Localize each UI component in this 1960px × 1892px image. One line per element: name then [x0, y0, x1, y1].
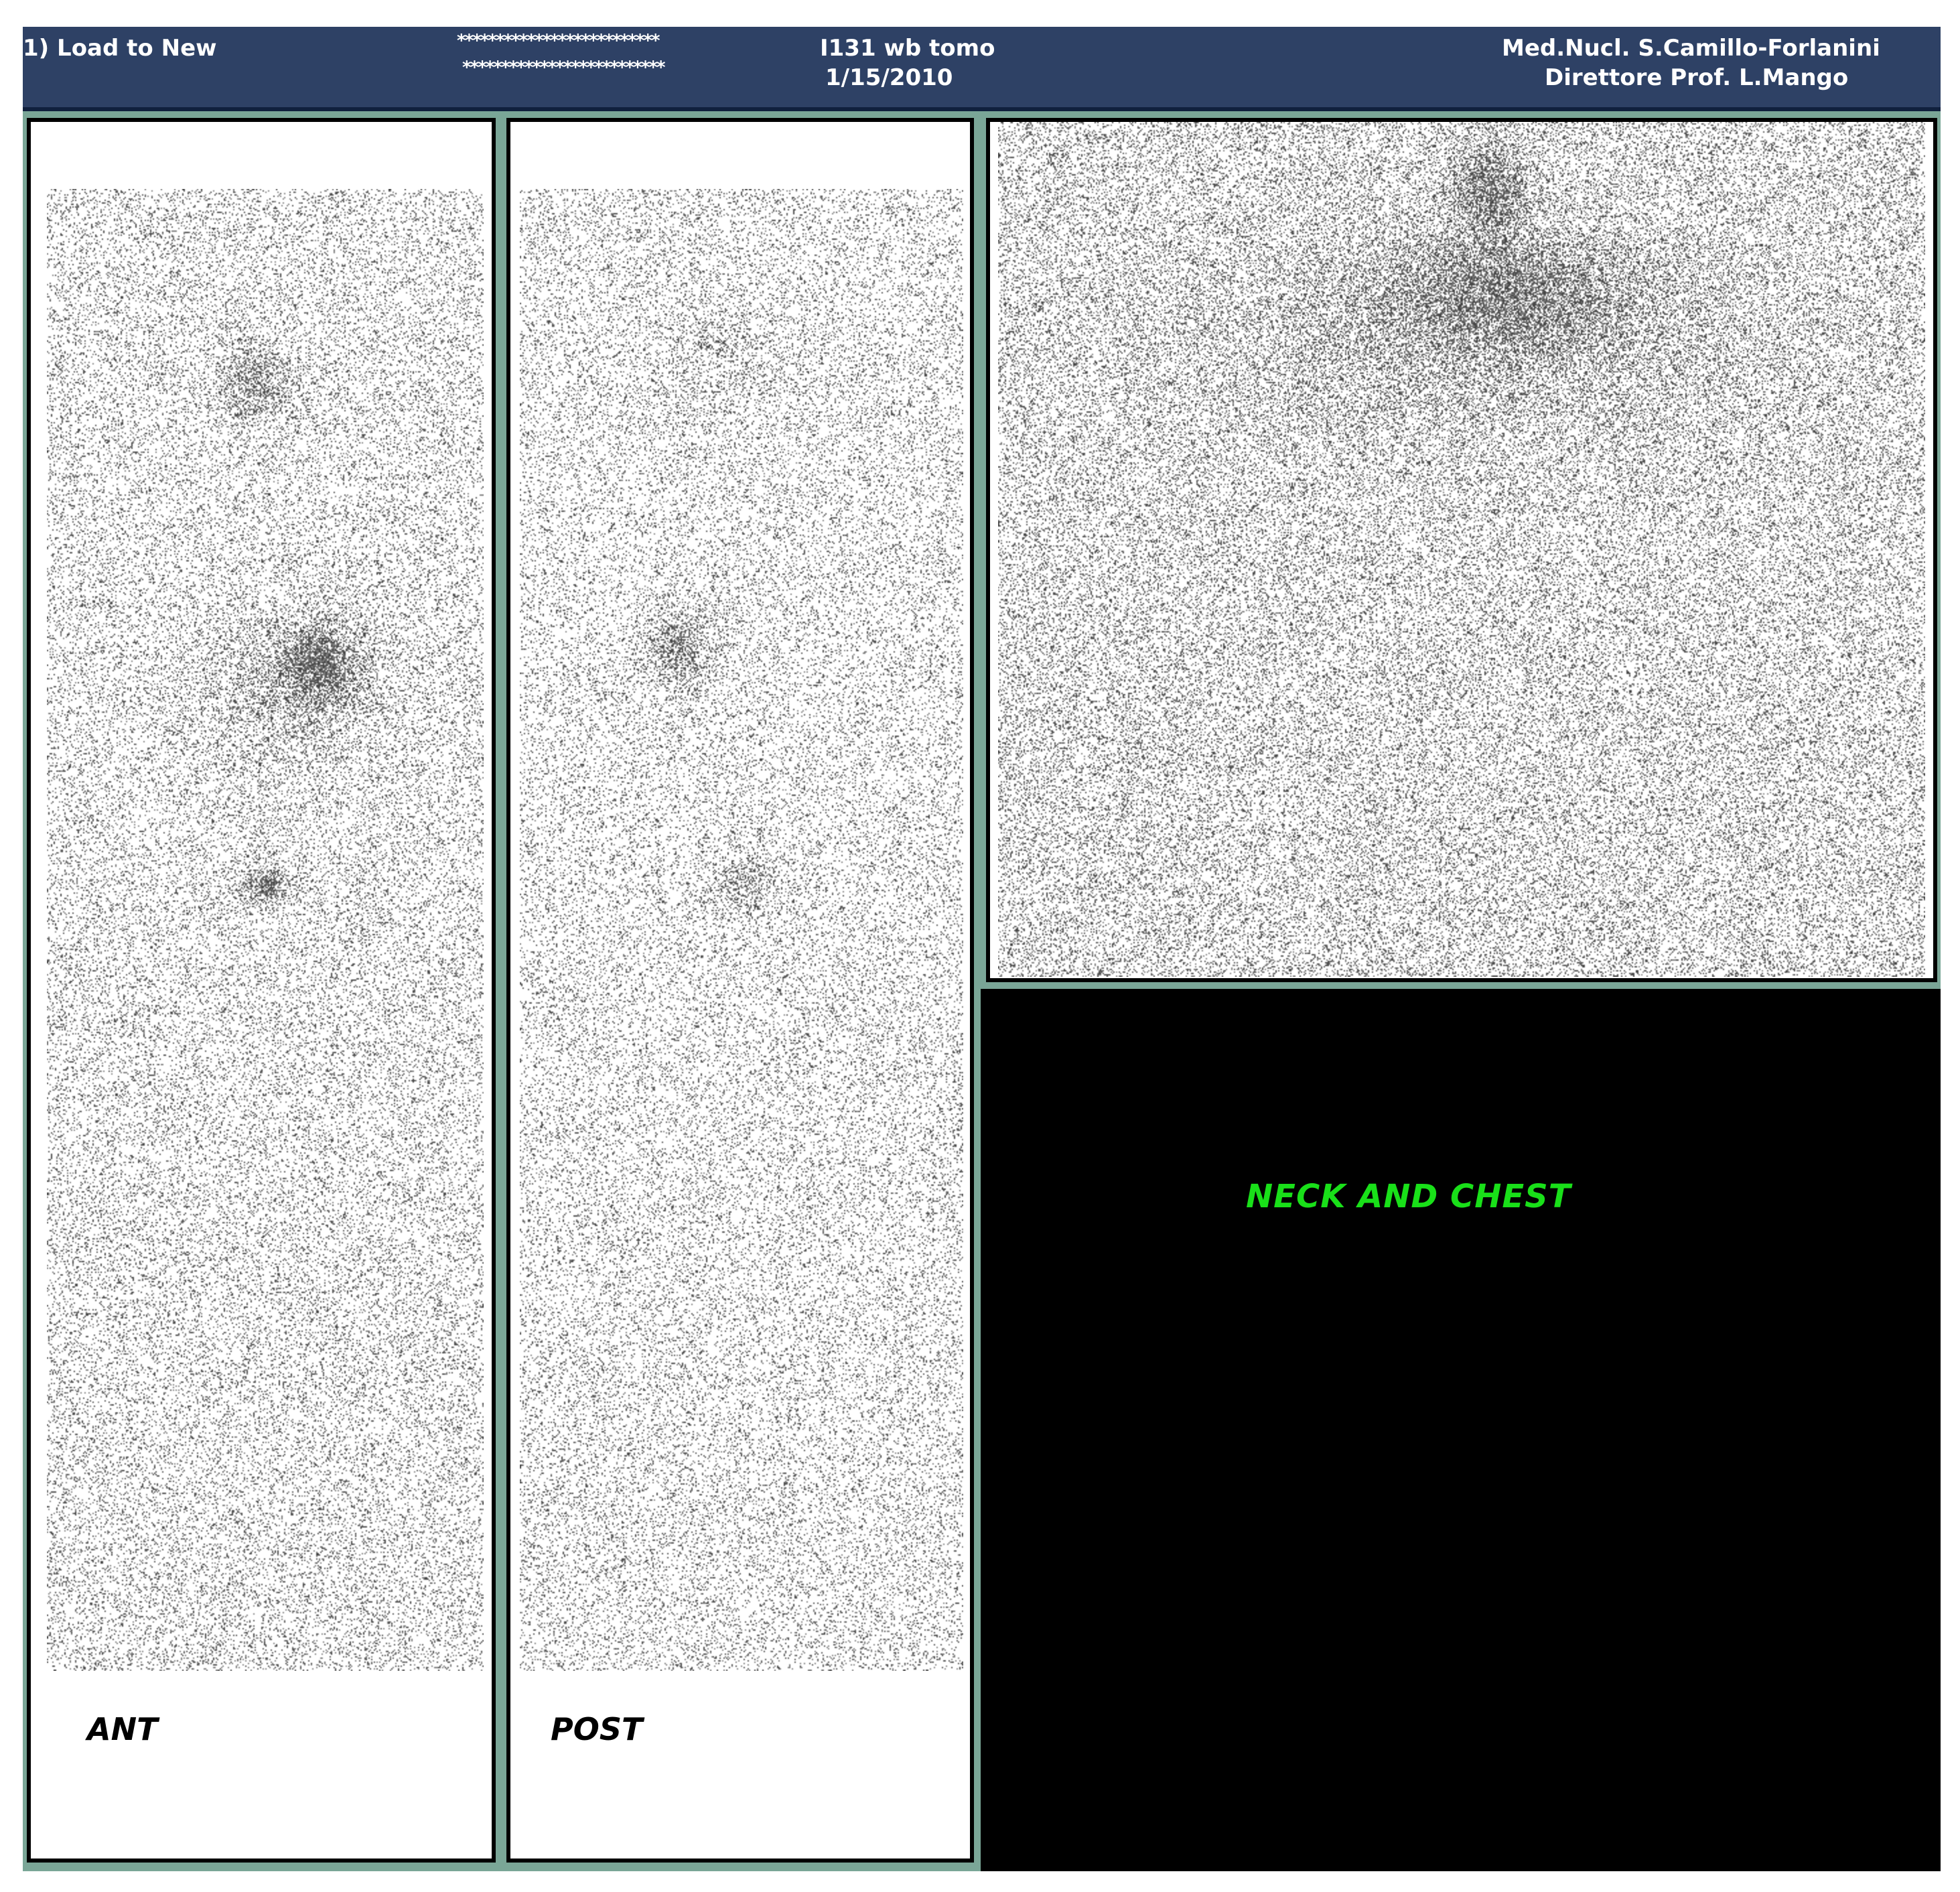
viewer-frame: ANT POST NECK AND CHEST [23, 111, 1941, 1871]
anterior-view-label: ANT [87, 1711, 158, 1747]
anterior-view-panel[interactable]: ANT [27, 118, 496, 1863]
title-bar: 1) Load to New *************************… [23, 27, 1941, 111]
neck-chest-view-panel[interactable] [986, 118, 1937, 982]
info-panel: NECK AND CHEST [981, 989, 1941, 1871]
anterior-scintigram [47, 189, 484, 1671]
neck-chest-label: NECK AND CHEST [1246, 1178, 1571, 1215]
posterior-view-label: POST [551, 1711, 643, 1747]
patient-id-masked: ************************** [462, 58, 666, 78]
director-name: Direttore Prof. L.Mango [1545, 64, 1849, 91]
study-title: I131 wb tomo [820, 35, 995, 62]
posterior-view-panel[interactable]: POST [506, 118, 974, 1863]
posterior-scintigram [520, 189, 963, 1671]
patient-name-masked: ************************** [457, 31, 660, 51]
load-to-new-label[interactable]: 1) Load to New [23, 35, 217, 62]
institution-name: Med.Nucl. S.Camillo-Forlanini [1502, 35, 1880, 62]
neck-chest-scintigram [998, 122, 1925, 977]
study-date: 1/15/2010 [825, 64, 953, 91]
